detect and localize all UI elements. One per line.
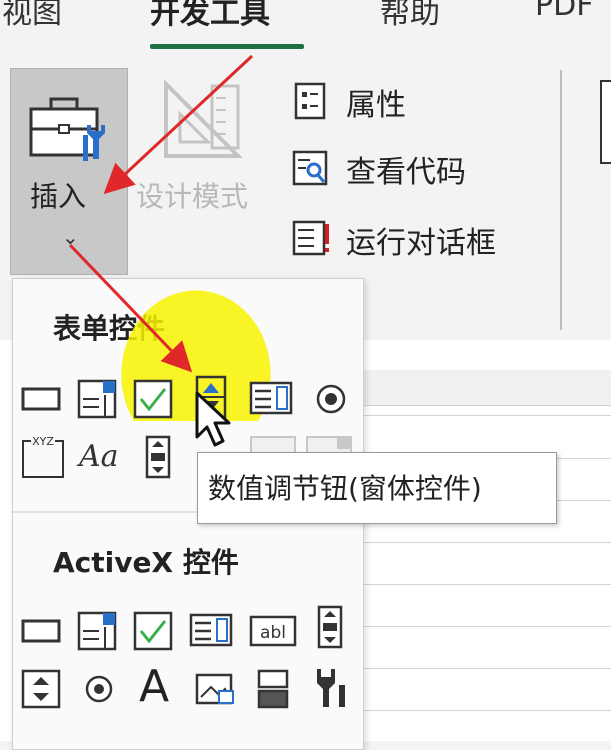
tooltip-text: 数值调节钮(窗体控件): [208, 472, 482, 505]
spin-button-tooltip: 数值调节钮(窗体控件): [197, 452, 557, 524]
svg-text:abl: abl: [260, 623, 286, 643]
column-header-band: [360, 370, 611, 406]
option-button-icon[interactable]: [309, 377, 353, 421]
design-mode-button[interactable]: 设计模式: [136, 175, 248, 215]
tab-help[interactable]: 帮助: [380, 0, 440, 32]
activex-list-box-icon[interactable]: [189, 609, 233, 653]
ribbon-group-divider: [560, 70, 562, 330]
button-control-icon[interactable]: [19, 377, 63, 421]
grid-line: [360, 626, 611, 627]
activex-combo-box-icon[interactable]: [75, 609, 119, 653]
chevron-down-icon: ⌄: [62, 225, 79, 249]
grid-line: [360, 710, 611, 711]
mouse-cursor-icon: [195, 391, 231, 447]
grid-line: [360, 542, 611, 543]
activex-scroll-bar-icon[interactable]: [309, 605, 353, 649]
more-controls-icon[interactable]: [309, 665, 353, 709]
run-dialog-icon: [292, 220, 329, 256]
activex-spin-button-icon[interactable]: [19, 667, 63, 711]
activex-toggle-button-icon[interactable]: [251, 667, 295, 711]
activex-button-icon[interactable]: [19, 609, 63, 653]
activex-checkbox-icon[interactable]: [131, 609, 175, 653]
label-control-icon[interactable]: Aa: [79, 439, 119, 474]
grid-line: [360, 584, 611, 585]
activex-text-box-icon[interactable]: abl: [249, 609, 297, 653]
tab-pdf[interactable]: PDF: [535, 0, 593, 23]
grid-line: [360, 668, 611, 669]
activex-label-icon[interactable]: A: [139, 661, 169, 712]
ribbon-tabs: 视图 开发工具 帮助 PDF: [0, 0, 611, 60]
toolbox-icon: [29, 97, 105, 161]
tab-view[interactable]: 视图: [2, 0, 62, 32]
activex-controls-heading: ActiveX 控件: [53, 546, 239, 579]
properties-button[interactable]: 属性: [346, 80, 406, 124]
view-code-button[interactable]: 查看代码: [346, 147, 466, 191]
activex-image-icon[interactable]: [193, 667, 237, 711]
design-mode-icon: [164, 79, 243, 158]
tab-developer[interactable]: 开发工具: [150, 0, 270, 32]
scroll-bar-icon[interactable]: [137, 435, 181, 479]
activex-option-button-icon[interactable]: [77, 667, 121, 711]
insert-label: 插入: [30, 180, 87, 213]
svg-text:XYZ: XYZ: [32, 435, 54, 448]
properties-icon: [294, 82, 326, 120]
grid-line: [360, 415, 611, 416]
group-box-icon[interactable]: XYZ: [19, 433, 67, 481]
view-code-icon: [292, 150, 328, 186]
list-box-icon[interactable]: [249, 377, 293, 421]
combo-box-icon[interactable]: [75, 377, 119, 421]
partial-ribbon-item: [600, 80, 611, 164]
active-tab-indicator: [150, 44, 304, 49]
run-dialog-button[interactable]: 运行对话框: [346, 218, 496, 262]
checkbox-control-icon[interactable]: [131, 377, 175, 421]
